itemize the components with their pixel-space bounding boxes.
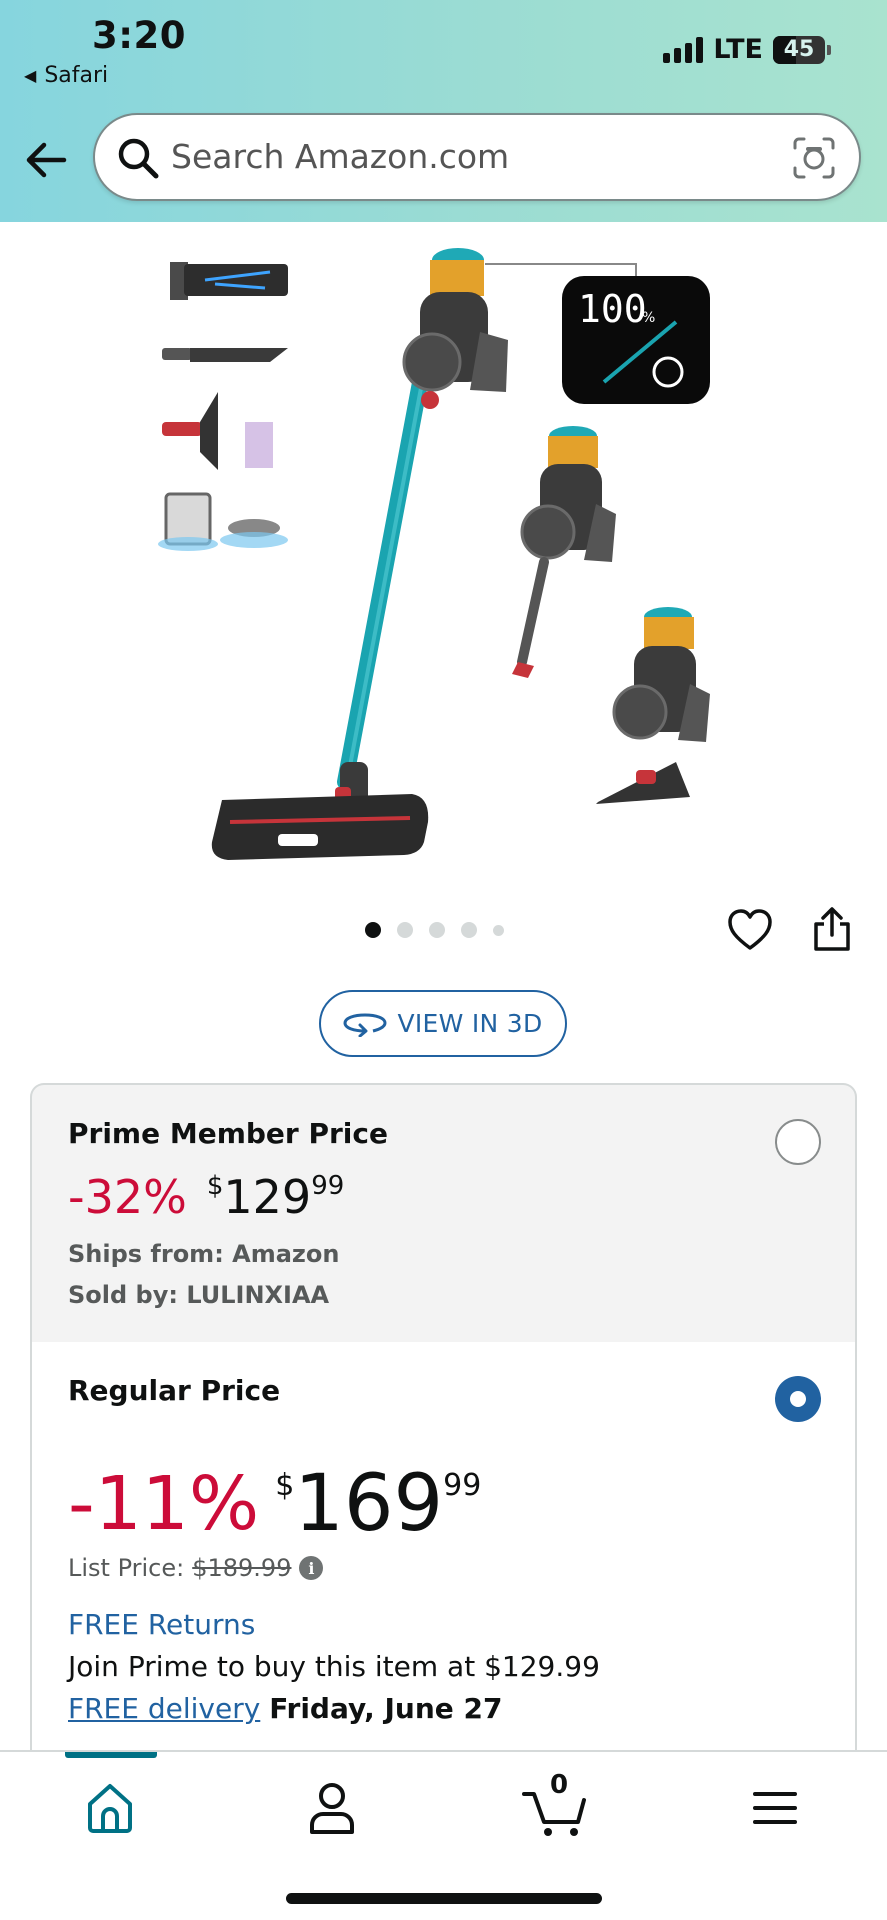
image-pagination[interactable] (365, 922, 504, 938)
prime-discount: -32% (68, 1170, 187, 1224)
cart-count: 0 (550, 1770, 569, 1800)
free-returns-link[interactable]: FREE Returns (68, 1608, 255, 1641)
view-in-3d-label: VIEW IN 3D (397, 1009, 543, 1038)
account-icon[interactable] (302, 1778, 362, 1838)
back-app-label: Safari (44, 63, 109, 88)
search-icon (118, 138, 159, 179)
regular-option-title: Regular Price (68, 1374, 281, 1407)
handheld-vacuum-crevice (512, 426, 616, 678)
delivery-info: FREE delivery Friday, June 27 (68, 1692, 502, 1725)
free-delivery-link[interactable]: FREE delivery (68, 1692, 260, 1725)
search-input[interactable]: Search Amazon.com (171, 137, 509, 176)
cart-button[interactable]: 0 (520, 1770, 590, 1838)
pagination-dot-3[interactable] (429, 922, 445, 938)
display-readout: 100 (578, 287, 647, 331)
share-icon[interactable] (812, 906, 852, 952)
regular-price-whole: 169 (294, 1459, 444, 1549)
regular-discount: -11% (68, 1461, 260, 1547)
rotate-3d-icon (343, 1012, 387, 1037)
regular-currency: $ (275, 1468, 295, 1503)
info-icon[interactable]: i (299, 1556, 324, 1580)
product-image-gallery[interactable]: 100 % (0, 222, 887, 862)
regular-price-fraction: 99 (443, 1468, 482, 1503)
list-price: List Price: $189.99 i (68, 1554, 324, 1582)
ships-from: Ships from: Amazon (68, 1240, 340, 1268)
list-price-label: List Price: (68, 1554, 185, 1582)
back-to-safari[interactable]: ◀ Safari (24, 63, 108, 88)
join-prime-text: Join Prime to buy this item at $129.99 (68, 1650, 600, 1683)
main-vacuum (211, 248, 508, 860)
delivery-date: Friday, June 27 (269, 1692, 503, 1725)
product-image: 100 % (158, 248, 710, 860)
regular-price-option[interactable]: Regular Price -11% $ 169 99 List Price: … (30, 1342, 857, 1762)
prime-currency: $ (206, 1171, 224, 1201)
regular-option-radio[interactable] (775, 1376, 821, 1422)
prime-price-option[interactable]: Prime Member Price -32% $ 129 99 Ships f… (30, 1083, 857, 1343)
home-icon[interactable] (80, 1778, 140, 1838)
home-indicator[interactable] (286, 1893, 602, 1904)
prime-option-title: Prime Member Price (68, 1117, 388, 1150)
pagination-dot-2[interactable] (397, 922, 413, 938)
back-arrow-icon[interactable] (22, 136, 70, 184)
view-in-3d-button[interactable]: VIEW IN 3D (319, 990, 567, 1057)
regular-price: -11% $ 169 99 (68, 1460, 481, 1548)
status-time: 3:20 (92, 14, 187, 57)
signal-bars-icon (663, 36, 704, 63)
prime-price-whole: 129 (223, 1170, 312, 1224)
status-indicators: LTE 45 (663, 34, 831, 65)
wishlist-heart-icon[interactable] (727, 908, 773, 952)
accessory-tool-3 (162, 392, 273, 470)
menu-icon[interactable] (745, 1778, 805, 1838)
list-price-value: $189.99 (192, 1554, 292, 1582)
sold-by: Sold by: LULINXIAA (68, 1281, 330, 1309)
back-triangle-icon: ◀ (24, 66, 37, 85)
pagination-dot-1[interactable] (365, 922, 381, 938)
accessory-tool-2 (162, 348, 288, 362)
accessory-tool-1 (170, 262, 288, 300)
battery-icon: 45 (773, 35, 831, 64)
prime-price: -32% $ 129 99 (68, 1169, 344, 1225)
handheld-vacuum-brush (596, 607, 710, 804)
display-unit: % (642, 310, 655, 326)
pagination-dot-5[interactable] (493, 924, 504, 936)
battery-level: 45 (783, 37, 815, 62)
network-type: LTE (713, 34, 763, 65)
search-bar[interactable]: Search Amazon.com (93, 113, 861, 201)
active-tab-indicator (65, 1752, 157, 1758)
battery-display-panel: 100 % (485, 263, 710, 404)
prime-price-fraction: 99 (311, 1171, 345, 1201)
header: 3:20 ◀ Safari LTE 45 Search Amazon.com (0, 0, 887, 222)
camera-search-icon[interactable] (791, 135, 837, 181)
pagination-dot-4[interactable] (461, 922, 477, 938)
accessory-filters (158, 492, 288, 551)
prime-option-radio[interactable] (775, 1119, 821, 1165)
